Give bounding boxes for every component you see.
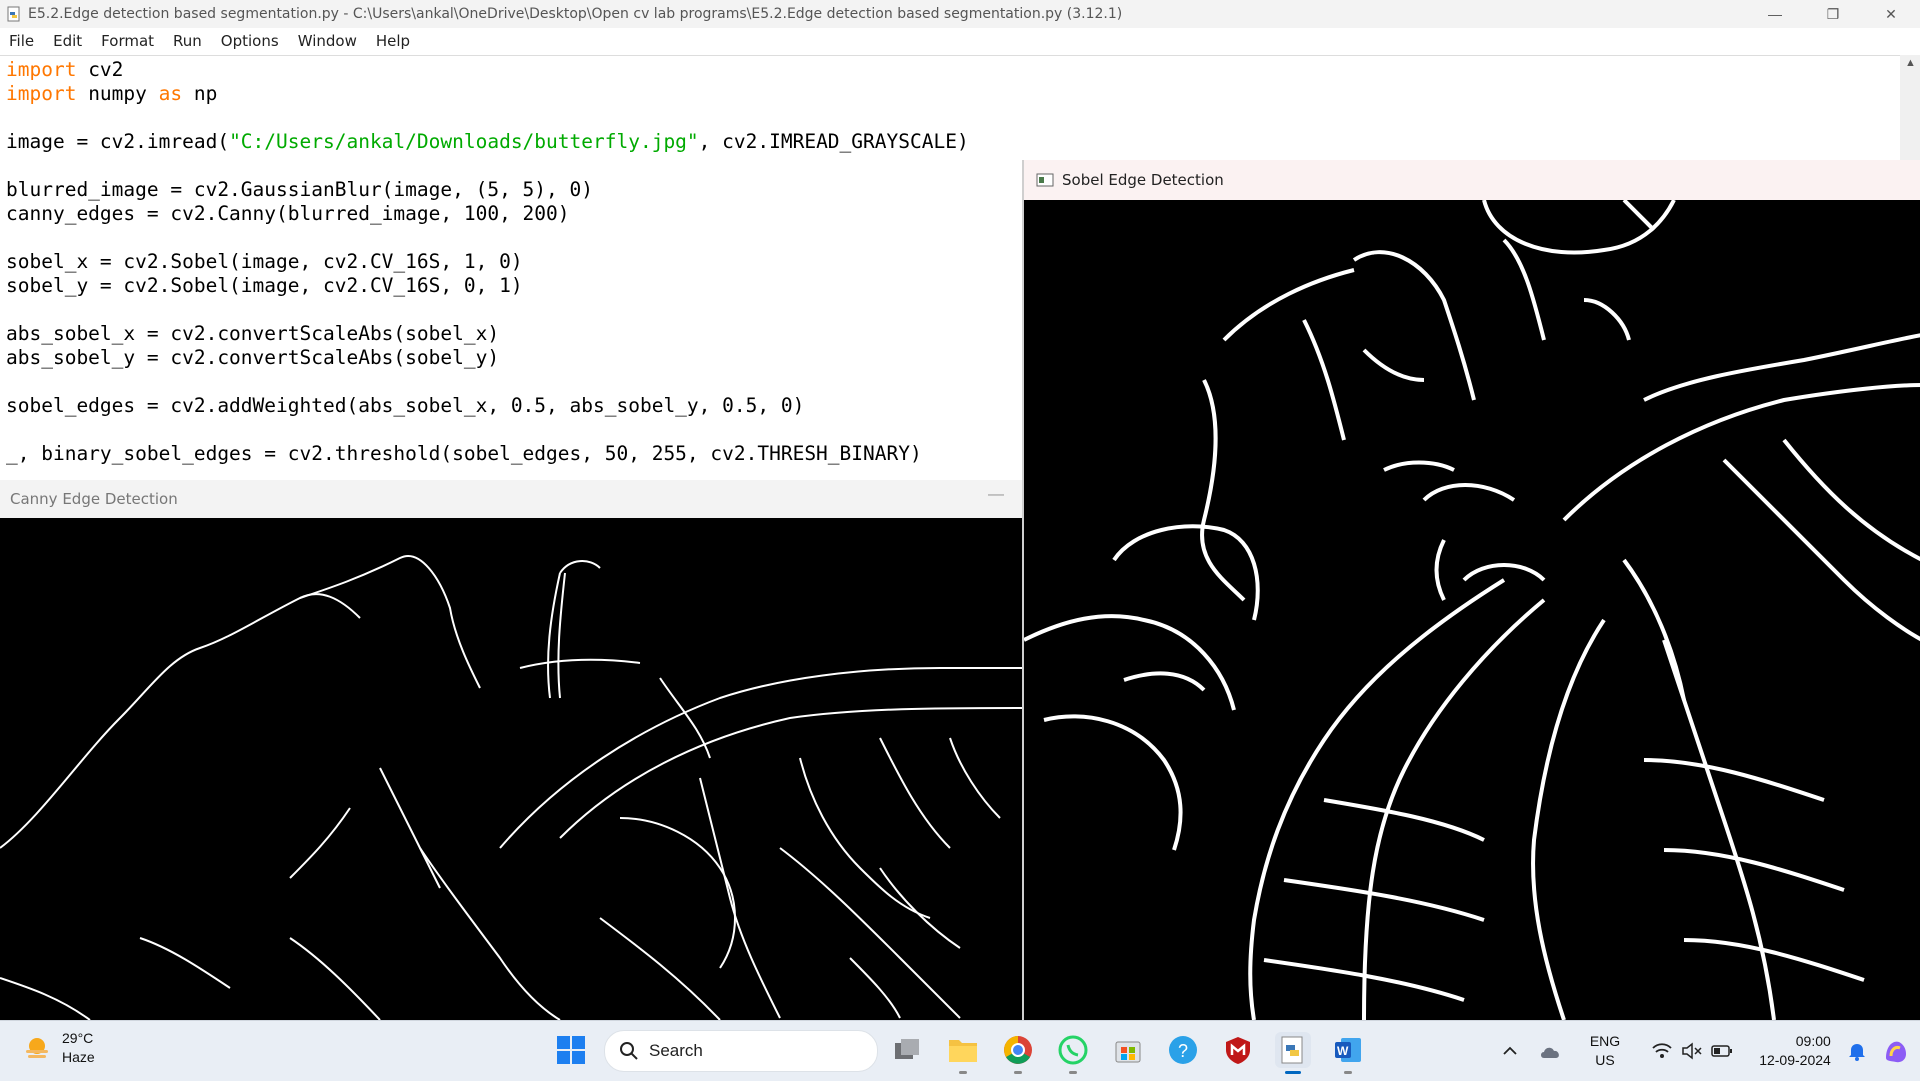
window-icon bbox=[1036, 173, 1054, 187]
word-button[interactable]: W bbox=[1330, 1032, 1366, 1074]
mcafee-icon bbox=[1226, 1037, 1250, 1064]
sobel-titlebar[interactable]: Sobel Edge Detection bbox=[1024, 160, 1920, 200]
chrome-button[interactable] bbox=[1000, 1032, 1036, 1074]
code-line: sobel_edges = cv2.addWeighted(abs_sobel_… bbox=[6, 394, 805, 417]
scroll-up-icon[interactable]: ▲ bbox=[1905, 57, 1916, 69]
copilot-button[interactable] bbox=[1878, 1021, 1914, 1081]
idle-python-button[interactable] bbox=[1275, 1032, 1311, 1074]
chrome-icon bbox=[1004, 1036, 1032, 1064]
code-line: sobel_x = cv2.Sobel(image, cv2.CV_16S, 1… bbox=[6, 250, 523, 273]
time: 09:00 bbox=[1795, 1033, 1831, 1049]
minimize-button[interactable]: — bbox=[1746, 0, 1804, 28]
microsoft-store-button[interactable] bbox=[1110, 1032, 1146, 1068]
active-indicator bbox=[1285, 1071, 1301, 1074]
code-line: import cv2 bbox=[6, 58, 124, 81]
minimize-button[interactable]: — bbox=[988, 486, 1004, 504]
code-line: abs_sobel_y = cv2.convertScaleAbs(sobel_… bbox=[6, 346, 500, 369]
chevron-up-icon bbox=[1503, 1046, 1517, 1055]
canny-window: Canny Edge Detection — bbox=[0, 480, 1024, 1020]
sobel-window: Sobel Edge Detection bbox=[1022, 160, 1920, 1020]
running-indicator bbox=[1014, 1071, 1022, 1074]
start-button[interactable] bbox=[553, 1032, 589, 1068]
taskbar-search[interactable]: Search bbox=[604, 1030, 878, 1072]
running-indicator bbox=[1069, 1071, 1077, 1074]
code-line: canny_edges = cv2.Canny(blurred_image, 1… bbox=[6, 202, 570, 225]
date: 12-09-2024 bbox=[1759, 1052, 1831, 1068]
whatsapp-button[interactable] bbox=[1055, 1032, 1091, 1074]
svg-text:W: W bbox=[1337, 1044, 1349, 1058]
store-icon bbox=[1115, 1041, 1141, 1063]
canny-window-title: Canny Edge Detection bbox=[10, 490, 178, 508]
code-line: sobel_y = cv2.Sobel(image, cv2.CV_16S, 0… bbox=[6, 274, 523, 297]
canny-edge-image bbox=[0, 518, 1024, 1020]
task-view-button[interactable] bbox=[890, 1032, 926, 1068]
clock[interactable]: 09:00 12-09-2024 bbox=[1750, 1021, 1840, 1081]
sun-haze-icon bbox=[26, 1038, 48, 1058]
code-line: import numpy as np bbox=[6, 82, 218, 105]
file-explorer-button[interactable] bbox=[945, 1032, 981, 1074]
bell-icon bbox=[1849, 1044, 1865, 1061]
language-code: ENG bbox=[1589, 1033, 1621, 1049]
help-button[interactable]: ? bbox=[1165, 1032, 1201, 1068]
python-file-icon bbox=[1281, 1036, 1303, 1064]
weather-widget[interactable]: 29°C Haze bbox=[22, 1029, 95, 1067]
sobel-window-title: Sobel Edge Detection bbox=[1062, 171, 1224, 189]
running-indicator bbox=[1344, 1071, 1352, 1074]
help-icon: ? bbox=[1169, 1036, 1197, 1064]
python-file-icon bbox=[7, 6, 20, 22]
weather-temperature: 29°C bbox=[62, 1030, 94, 1046]
code-line: abs_sobel_x = cv2.convertScaleAbs(sobel_… bbox=[6, 322, 500, 345]
wifi-icon bbox=[1652, 1043, 1672, 1058]
windows-logo-icon bbox=[557, 1036, 585, 1064]
menu-window[interactable]: Window bbox=[289, 32, 367, 50]
menu-run[interactable]: Run bbox=[164, 32, 212, 50]
sobel-edge-image bbox=[1024, 200, 1920, 1020]
search-icon bbox=[620, 1042, 638, 1060]
language-indicator[interactable]: ENG US bbox=[1580, 1021, 1630, 1081]
menu-file[interactable]: File bbox=[0, 32, 44, 50]
code-line: _, binary_sobel_edges = cv2.threshold(so… bbox=[6, 442, 922, 465]
menu-options[interactable]: Options bbox=[212, 32, 289, 50]
menu-help[interactable]: Help bbox=[367, 32, 420, 50]
word-icon: W bbox=[1335, 1038, 1361, 1062]
menu-bar: File Edit Format Run Options Window Help bbox=[0, 28, 1920, 54]
mcafee-button[interactable] bbox=[1220, 1032, 1256, 1068]
whatsapp-icon bbox=[1058, 1035, 1088, 1065]
weather-condition: Haze bbox=[62, 1049, 95, 1065]
folder-icon bbox=[949, 1040, 977, 1062]
battery-button[interactable] bbox=[1707, 1021, 1737, 1081]
menu-format[interactable]: Format bbox=[92, 32, 164, 50]
region-code: US bbox=[1595, 1052, 1615, 1068]
onedrive-tray-button[interactable] bbox=[1534, 1021, 1568, 1081]
task-view-icon bbox=[895, 1039, 919, 1059]
copilot-icon bbox=[1886, 1041, 1906, 1063]
show-hidden-icons-button[interactable] bbox=[1495, 1021, 1525, 1081]
wifi-button[interactable] bbox=[1647, 1021, 1677, 1081]
window-title: E5.2.Edge detection based segmentation.p… bbox=[28, 6, 1123, 22]
svg-text:?: ? bbox=[1178, 1041, 1188, 1061]
code-line: blurred_image = cv2.GaussianBlur(image, … bbox=[6, 178, 593, 201]
menu-edit[interactable]: Edit bbox=[44, 32, 92, 50]
search-label: Search bbox=[649, 1041, 703, 1060]
idle-titlebar[interactable]: E5.2.Edge detection based segmentation.p… bbox=[0, 0, 1920, 28]
taskbar: 29°C Haze Search ? W ENG US 09:00 12-09-… bbox=[0, 1020, 1920, 1081]
volume-button[interactable] bbox=[1677, 1021, 1707, 1081]
close-button[interactable]: ✕ bbox=[1862, 0, 1920, 28]
code-line: image = cv2.imread("C:/Users/ankal/Downl… bbox=[6, 130, 969, 153]
cloud-icon bbox=[1541, 1047, 1559, 1058]
maximize-button[interactable]: ❐ bbox=[1804, 0, 1862, 28]
notifications-button[interactable] bbox=[1842, 1021, 1872, 1081]
canny-titlebar[interactable]: Canny Edge Detection — bbox=[0, 480, 1024, 518]
speaker-muted-icon bbox=[1682, 1042, 1702, 1060]
battery-icon bbox=[1711, 1045, 1732, 1057]
running-indicator bbox=[959, 1071, 967, 1074]
